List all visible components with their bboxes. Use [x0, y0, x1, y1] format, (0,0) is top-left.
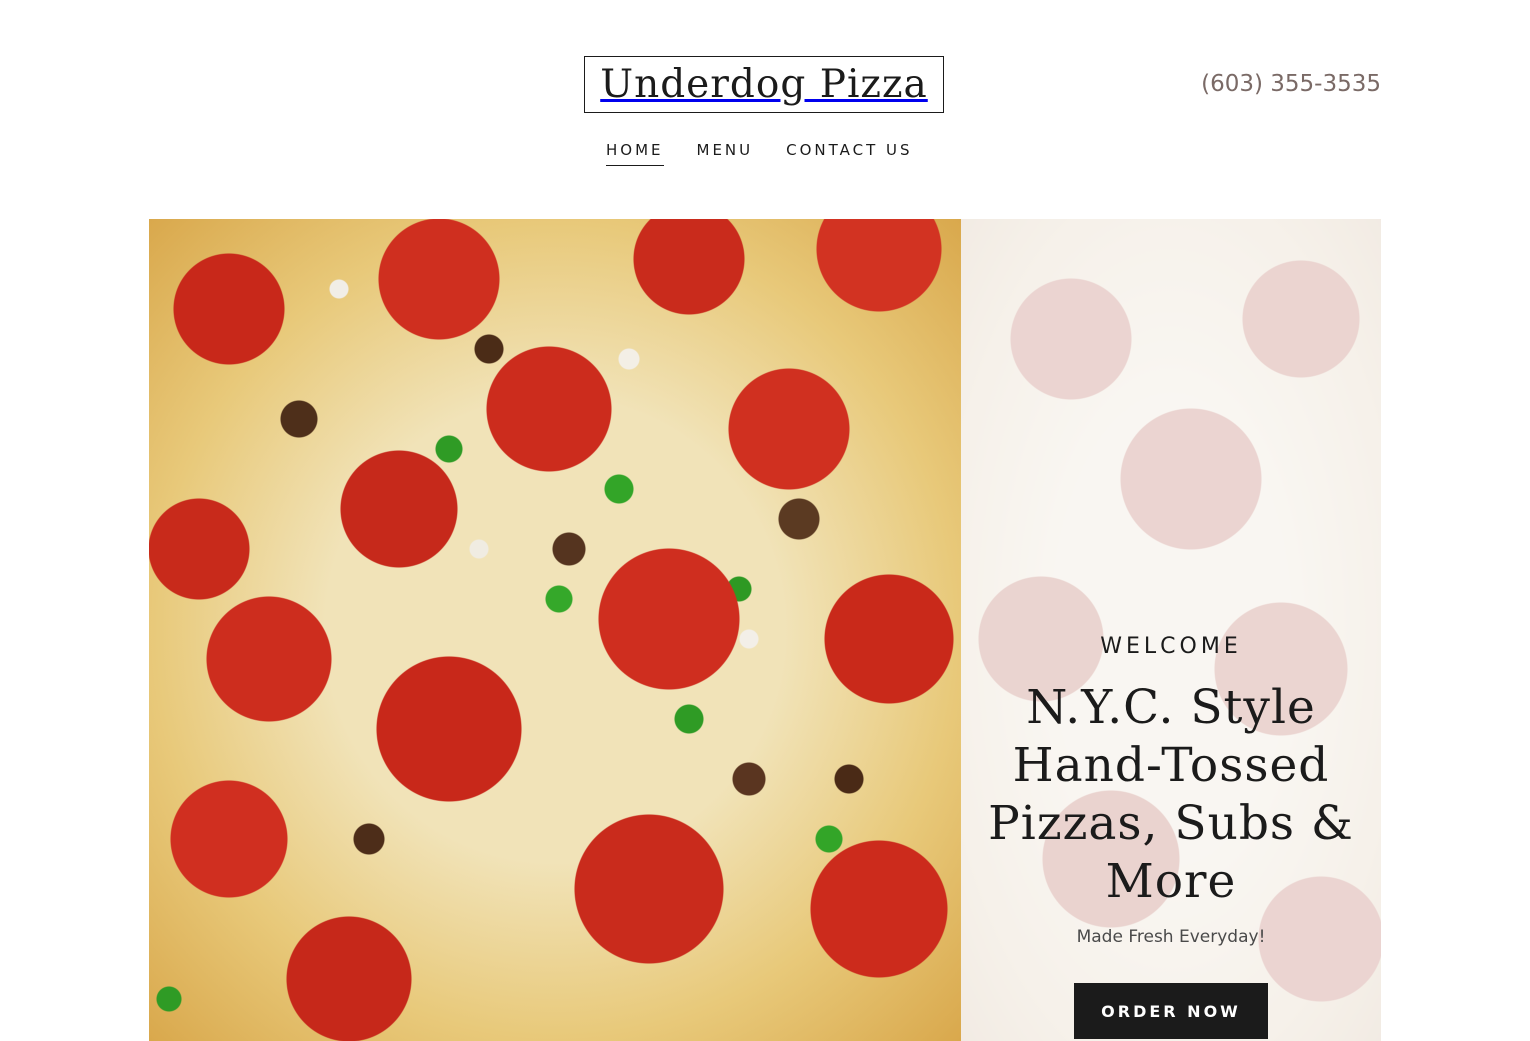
hero-section: WELCOME N.Y.C. Style Hand-Tossed Pizzas,…	[149, 219, 1381, 1041]
nav-item-contact-us[interactable]: CONTACT US	[786, 141, 912, 166]
site-header: Underdog Pizza (603) 355-3535 HOME MENU …	[0, 0, 1530, 219]
nav-item-menu[interactable]: MENU	[697, 141, 754, 166]
main-nav: HOME MENU CONTACT US	[606, 141, 913, 166]
pizza-photo	[149, 219, 961, 1041]
nav-item-home[interactable]: HOME	[606, 141, 664, 166]
hero-tagline: Made Fresh Everyday!	[1076, 927, 1266, 947]
hero-headline: N.Y.C. Style Hand-Tossed Pizzas, Subs & …	[988, 680, 1354, 909]
phone-link[interactable]: (603) 355-3535	[1201, 71, 1381, 97]
welcome-eyebrow: WELCOME	[1100, 634, 1242, 659]
order-now-button[interactable]: ORDER NOW	[1074, 983, 1268, 1039]
hero-text-panel: WELCOME N.Y.C. Style Hand-Tossed Pizzas,…	[961, 219, 1381, 1041]
site-logo-link[interactable]: Underdog Pizza	[584, 56, 944, 113]
site-logo-text: Underdog Pizza	[600, 62, 928, 107]
